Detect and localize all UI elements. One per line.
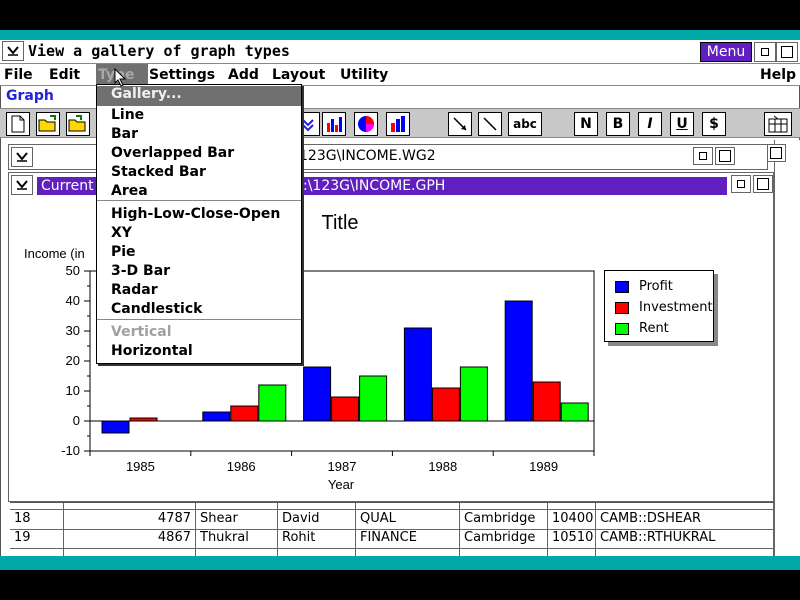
type-menu-item-line[interactable]: Line xyxy=(111,107,144,123)
table-cell[interactable]: 10400 xyxy=(548,509,596,529)
bar-profit-1986 xyxy=(202,411,231,422)
bar-profit-1985 xyxy=(101,420,130,434)
chart-title: Title xyxy=(321,212,358,234)
table-cell[interactable]: 10510 xyxy=(548,528,596,548)
table-row: 18 4787 Shear David QUAL Cambridge 10400 CAMB::… xyxy=(10,509,774,530)
table-cell[interactable]: Rohit xyxy=(278,528,356,548)
bar-rent-1988 xyxy=(459,366,488,422)
table-cell[interactable] xyxy=(10,503,64,509)
legend-label-investment: Investment xyxy=(639,300,713,315)
table-cell[interactable] xyxy=(196,503,278,509)
type-menu-dropdown: Gallery... Line Bar Overlapped Bar Stacked B… xyxy=(96,84,302,364)
type-menu-item-overlapped-bar[interactable]: Overlapped Bar xyxy=(111,145,234,161)
legend-swatch-investment xyxy=(615,302,629,314)
table-cell[interactable]: Thukral xyxy=(196,528,278,548)
bar-investment-1986 xyxy=(230,405,259,422)
worksheet-table: 18 4787 Shear David QUAL Cambridge 10400 CAMB::… xyxy=(10,502,774,558)
table-cell[interactable]: 4787 xyxy=(64,509,196,529)
y-tick-label: 50 xyxy=(66,263,80,278)
table-cell[interactable] xyxy=(596,503,774,509)
bar-investment-1985 xyxy=(129,417,158,422)
bar-profit-1987 xyxy=(303,366,332,422)
chart-legend: Profit Investment Rent xyxy=(604,270,714,342)
table-cell[interactable]: 4867 xyxy=(64,528,196,548)
x-axis-label: Year xyxy=(328,477,355,492)
type-menu-item-gallery[interactable]: Gallery... xyxy=(111,86,182,102)
bar-rent-1987 xyxy=(359,375,388,422)
y-tick-label: 20 xyxy=(66,353,80,368)
table-cell[interactable]: CAMB::RTHUKRAL xyxy=(596,528,774,548)
type-menu-item-candlestick[interactable]: Candlestick xyxy=(111,301,202,317)
legend-swatch-rent xyxy=(615,323,629,335)
x-tick-label: 1986 xyxy=(227,459,256,474)
type-menu-item-stacked-bar[interactable]: Stacked Bar xyxy=(111,164,206,180)
table-cell[interactable]: Shear xyxy=(196,509,278,529)
table-cell[interactable] xyxy=(460,503,548,509)
y-axis-label: Income (in xyxy=(24,246,85,261)
x-tick-label: 1988 xyxy=(428,459,457,474)
bar-investment-1989 xyxy=(532,381,561,422)
table-cell[interactable] xyxy=(548,503,596,509)
table-cell[interactable] xyxy=(356,503,460,509)
type-menu-item-horizontal[interactable]: Horizontal xyxy=(111,343,193,359)
legend-label-rent: Rent xyxy=(639,321,669,336)
table-cell[interactable]: Cambridge xyxy=(460,509,548,529)
table-cell[interactable]: 19 xyxy=(10,528,64,548)
bar-investment-1988 xyxy=(431,387,460,422)
x-tick-label: 1987 xyxy=(328,459,357,474)
table-cell[interactable]: CAMB::DSHEAR xyxy=(596,509,774,529)
y-tick-label: 30 xyxy=(66,323,80,338)
type-menu-separator xyxy=(97,200,301,201)
desktop-strip-bottom xyxy=(0,556,800,570)
type-menu-item-high-low-close-open[interactable]: High-Low-Close-Open xyxy=(111,206,280,222)
type-menu-item-radar[interactable]: Radar xyxy=(111,282,158,298)
bar-rent-1986 xyxy=(258,384,287,422)
y-tick-label: -10 xyxy=(61,443,80,458)
type-menu-item-area[interactable]: Area xyxy=(111,183,148,199)
table-cell[interactable] xyxy=(278,503,356,509)
bar-profit-1989 xyxy=(504,300,533,422)
type-menu-item-vertical: Vertical xyxy=(111,324,172,340)
type-menu-separator xyxy=(97,319,301,320)
y-tick-label: 40 xyxy=(66,293,80,308)
type-menu-item-pie[interactable]: Pie xyxy=(111,244,136,260)
y-tick-label: 10 xyxy=(66,383,80,398)
type-menu-item-3-d-bar[interactable]: 3-D Bar xyxy=(111,263,170,279)
mouse-cursor-icon xyxy=(114,68,127,87)
table-cell[interactable]: David xyxy=(278,509,356,529)
table-cell[interactable] xyxy=(64,503,196,509)
table-cell[interactable]: QUAL xyxy=(356,509,460,529)
table-cell[interactable]: FINANCE xyxy=(356,528,460,548)
table-cell[interactable]: 18 xyxy=(10,509,64,529)
legend-swatch-profit xyxy=(615,281,629,293)
x-tick-label: 1989 xyxy=(529,459,558,474)
type-menu-item-bar[interactable]: Bar xyxy=(111,126,138,142)
table-cell[interactable]: Cambridge xyxy=(460,528,548,548)
table-row: 19 4867 Thukral Rohit FINANCE Cambridge 10510 C… xyxy=(10,528,774,549)
bar-profit-1988 xyxy=(403,327,432,422)
bar-rent-1989 xyxy=(560,402,589,422)
screen-border-bottom xyxy=(0,570,800,600)
bar-investment-1987 xyxy=(331,396,360,422)
y-tick-label: 0 xyxy=(73,413,80,428)
type-menu-item-xy[interactable]: XY xyxy=(111,225,132,241)
x-tick-label: 1985 xyxy=(126,459,155,474)
legend-label-profit: Profit xyxy=(639,279,673,294)
